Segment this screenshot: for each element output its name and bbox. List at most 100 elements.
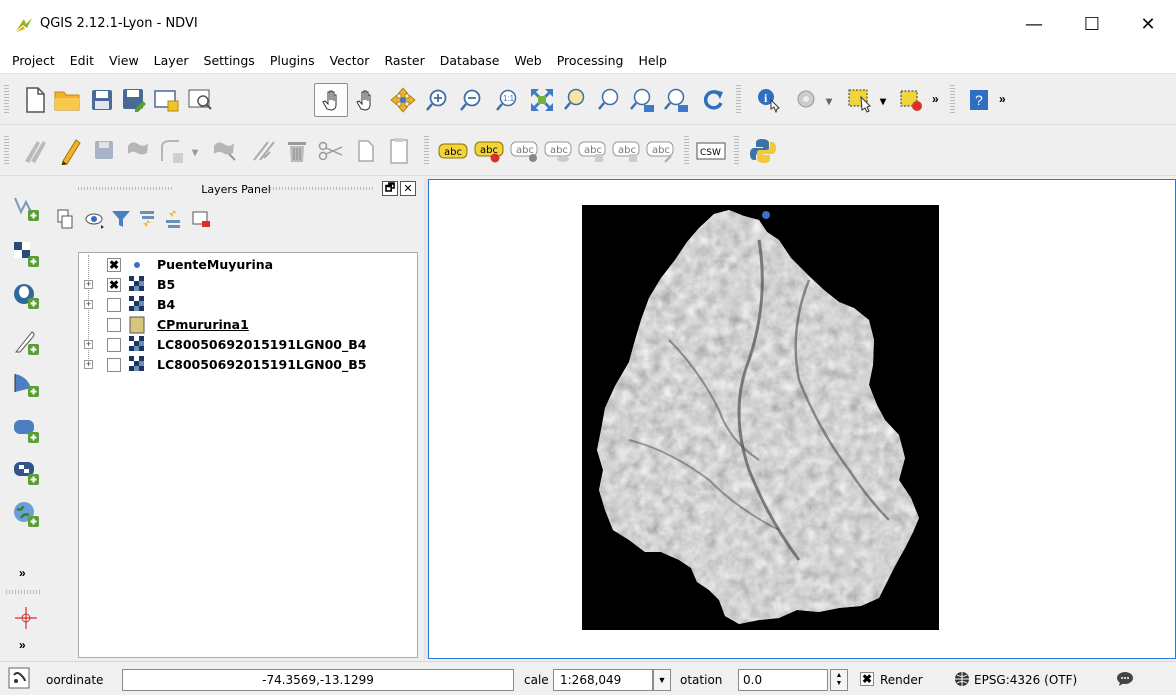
zoom-in-button[interactable]	[420, 83, 454, 117]
zoom-to-layer-button[interactable]	[558, 83, 592, 117]
expand-toggle[interactable]: +	[84, 300, 93, 309]
layer-row-lc8-b4[interactable]: + LC80050692015191LGN00_B4	[79, 335, 417, 355]
expand-toggle[interactable]: +	[84, 280, 93, 289]
deselect-features-button[interactable]	[894, 83, 928, 117]
add-spatialite-layer-icon[interactable]	[12, 328, 40, 356]
close-panel-button[interactable]: ✕	[400, 181, 416, 196]
close-button[interactable]: ✕	[1126, 6, 1170, 42]
menu-database[interactable]: Database	[440, 53, 500, 68]
menu-web[interactable]: Web	[514, 53, 541, 68]
menu-layer[interactable]: Layer	[154, 53, 189, 68]
toolbar-grip[interactable]	[736, 85, 741, 115]
float-panel-button[interactable]: 🗗	[382, 181, 398, 196]
toolbar-grip[interactable]	[684, 136, 689, 166]
add-postgis-layer-icon[interactable]	[12, 282, 40, 310]
delete-selected-button[interactable]	[246, 134, 280, 168]
layer-visibility-checkbox[interactable]: ✖	[107, 258, 121, 272]
help-contents-button[interactable]: ?	[962, 83, 996, 117]
move-feature-dropdown-arrow[interactable]: ▾	[192, 145, 198, 159]
select-features-button[interactable]	[844, 83, 878, 117]
maximize-button[interactable]: ☐	[1070, 6, 1114, 42]
crs-globe-icon[interactable]	[954, 671, 970, 687]
zoom-native-resolution-button[interactable]: 1:1	[490, 83, 524, 117]
style-manager-icon[interactable]	[54, 208, 76, 230]
menu-vector[interactable]: Vector	[330, 53, 370, 68]
menu-project[interactable]: Project	[12, 53, 55, 68]
minimize-button[interactable]: —	[1012, 6, 1056, 42]
save-project-button[interactable]	[85, 83, 119, 117]
expand-toggle[interactable]: +	[84, 340, 93, 349]
rotation-spinner[interactable]: ▲ ▼	[830, 669, 848, 691]
move-feature-button[interactable]	[156, 134, 190, 168]
composer-manager-button[interactable]	[184, 83, 218, 117]
new-project-button[interactable]	[18, 83, 52, 117]
crs-label[interactable]: EPSG:4326 (OTF)	[974, 673, 1077, 687]
zoom-out-button[interactable]	[454, 83, 488, 117]
toolbar-overflow[interactable]: »	[932, 92, 939, 106]
toolbar-grip[interactable]	[6, 590, 42, 594]
current-edits-button[interactable]	[18, 134, 52, 168]
layer-row-b5[interactable]: + ✖ B5	[79, 275, 417, 295]
menu-help[interactable]: Help	[638, 53, 667, 68]
toolbar-grip[interactable]	[950, 85, 955, 115]
identify-features-button[interactable]: i	[752, 83, 786, 117]
add-wms-layer-icon[interactable]	[12, 416, 40, 444]
layer-visibility-checkbox[interactable]	[107, 358, 121, 372]
menu-edit[interactable]: Edit	[70, 53, 94, 68]
message-log-icon[interactable]	[1116, 670, 1134, 688]
add-wcs-layer-icon[interactable]	[12, 458, 40, 486]
move-label-button[interactable]: abc	[576, 134, 610, 168]
pan-map-button[interactable]	[314, 83, 348, 117]
add-delimited-text-layer-icon[interactable]	[12, 604, 40, 632]
render-checkbox[interactable]: ✖	[860, 672, 874, 686]
toggle-editing-button[interactable]	[54, 134, 88, 168]
pan-map-to-selection-button[interactable]	[348, 83, 382, 117]
change-label-button[interactable]: abc	[644, 134, 678, 168]
new-print-composer-button[interactable]	[150, 83, 184, 117]
copy-features-button[interactable]	[348, 134, 382, 168]
menu-settings[interactable]: Settings	[204, 53, 255, 68]
layer-visibility-checkbox[interactable]	[107, 298, 121, 312]
expand-all-icon[interactable]	[136, 208, 158, 230]
expand-toggle[interactable]: +	[84, 360, 93, 369]
layer-visibility-checkbox[interactable]: ✖	[107, 278, 121, 292]
menu-processing[interactable]: Processing	[557, 53, 624, 68]
coordinate-field[interactable]: -74.3569,-13.1299	[122, 669, 514, 691]
zoom-full-button[interactable]	[525, 83, 559, 117]
scale-dropdown-arrow[interactable]: ▼	[653, 669, 671, 691]
toolbar-grip[interactable]	[4, 136, 9, 166]
show-hide-labels-button[interactable]: abc	[542, 134, 576, 168]
layer-labeling-options-button[interactable]: abc	[436, 134, 470, 168]
rotation-field[interactable]: 0.0	[738, 669, 828, 691]
trash-button[interactable]	[280, 134, 314, 168]
zoom-last-button[interactable]	[626, 83, 660, 117]
add-raster-layer-icon[interactable]	[12, 240, 40, 268]
layers-panel-header[interactable]: Layers Panel 🗗 ✕	[48, 178, 424, 200]
metasearch-csw-button[interactable]: CSW	[694, 134, 728, 168]
filter-icon[interactable]	[110, 208, 132, 230]
eye-icon[interactable]	[84, 208, 106, 230]
toolbar-grip[interactable]	[4, 85, 9, 115]
select-dropdown-arrow[interactable]: ▾	[880, 94, 886, 108]
save-as-button[interactable]	[117, 83, 151, 117]
zoom-to-selection-button[interactable]	[592, 83, 626, 117]
toolbar-overflow-help[interactable]: »	[999, 92, 1006, 106]
collapse-all-icon[interactable]	[162, 208, 184, 230]
add-feature-button[interactable]	[122, 134, 156, 168]
layer-visibility-checkbox[interactable]	[107, 338, 121, 352]
refresh-button[interactable]	[696, 83, 730, 117]
messages-toggle-icon[interactable]	[8, 667, 30, 689]
layer-row-lc8-b5[interactable]: + LC80050692015191LGN00_B5	[79, 355, 417, 375]
add-wfs-layer-icon[interactable]	[12, 500, 40, 528]
zoom-next-button[interactable]	[660, 83, 694, 117]
layer-row-puentemuyurina[interactable]: ✖ PuenteMuyurina	[79, 255, 417, 275]
open-project-button[interactable]	[50, 83, 84, 117]
remove-layer-icon[interactable]	[190, 208, 212, 230]
toolbar-grip[interactable]	[424, 136, 429, 166]
rotate-label-button[interactable]: abc	[610, 134, 644, 168]
save-layer-edits-button[interactable]	[88, 134, 122, 168]
paste-features-button[interactable]	[382, 134, 416, 168]
python-console-button[interactable]	[746, 134, 780, 168]
puentemuyurina-point[interactable]	[762, 211, 770, 219]
label-rule-button[interactable]: abc	[472, 134, 506, 168]
